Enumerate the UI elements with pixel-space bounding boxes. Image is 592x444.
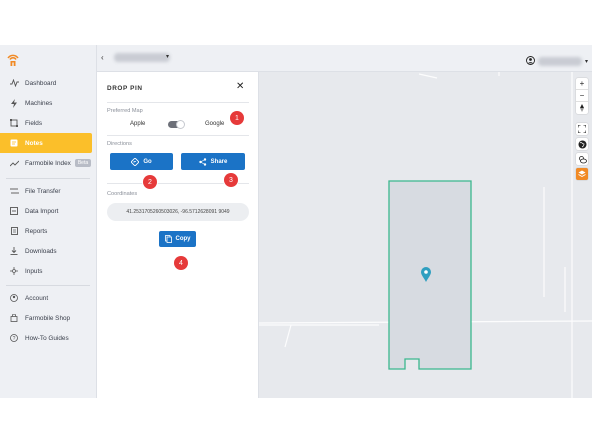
sidebar-item-how-to-guides[interactable]: ? How-To Guides: [0, 328, 92, 348]
sidebar-item-label: Inputs: [25, 267, 43, 275]
map-option-google[interactable]: Google: [205, 121, 224, 127]
sidebar-item-label: Dashboard: [25, 79, 57, 87]
note-icon: [9, 138, 19, 148]
close-icon[interactable]: ✕: [236, 81, 244, 92]
panel-title: DROP PIN: [107, 85, 143, 92]
sidebar-divider: [6, 178, 90, 179]
pulse-icon: [9, 78, 19, 88]
map-canvas: [259, 72, 592, 398]
sidebar-item-label: Notes: [25, 139, 43, 147]
share-button-label: Share: [210, 158, 228, 165]
sidebar-item-fields[interactable]: Fields: [0, 113, 92, 133]
sidebar-item-dashboard[interactable]: Dashboard: [0, 73, 92, 93]
sidebar: Dashboard Machines Fields Notes Farmobil…: [0, 45, 97, 398]
field-icon: [9, 118, 19, 128]
sidebar-item-label: Machines: [25, 99, 53, 107]
annotation-badge-1: 1: [230, 111, 244, 125]
user-menu[interactable]: ▾: [526, 52, 588, 70]
sidebar-item-label: How-To Guides: [25, 334, 69, 342]
coordinates-label: Coordinates: [107, 191, 138, 197]
copy-icon: [164, 235, 172, 243]
app-window: Dashboard Machines Fields Notes Farmobil…: [0, 45, 592, 398]
layers-icon[interactable]: [576, 168, 588, 180]
sidebar-item-label: Fields: [25, 119, 43, 127]
zoom-in-button[interactable]: +: [576, 78, 588, 90]
preferred-map-label: Preferred Map: [107, 108, 143, 114]
beta-badge: Beta: [74, 159, 92, 167]
sidebar-item-notes[interactable]: Notes: [0, 133, 92, 153]
sidebar-item-label: Farmobile Index: [25, 159, 71, 167]
sidebar-item-label: Downloads: [25, 247, 57, 255]
trend-icon: [9, 158, 19, 168]
sidebar-item-label: Account: [25, 294, 49, 302]
coordinates-field: 41.2531705260503026, -96.5712628091 9049: [107, 203, 249, 221]
sidebar-item-file-transfer[interactable]: File Transfer: [0, 181, 92, 201]
directions-label: Directions: [107, 141, 132, 147]
user-name: [537, 56, 582, 66]
annotation-badge-3: 3: [224, 173, 238, 187]
share-icon: [198, 157, 206, 166]
sidebar-item-downloads[interactable]: Downloads: [0, 241, 92, 261]
compass-icon[interactable]: [576, 102, 588, 114]
report-icon: [9, 226, 19, 236]
panel-divider: [107, 102, 249, 103]
sidebar-item-inputs[interactable]: Inputs: [0, 261, 92, 281]
back-arrow-icon[interactable]: ‹: [101, 53, 104, 62]
go-button[interactable]: Go: [110, 153, 173, 170]
chevron-down-icon[interactable]: ▾: [585, 58, 588, 65]
panel-divider: [107, 135, 249, 136]
share-button[interactable]: Share: [181, 153, 245, 170]
help-icon: ?: [9, 333, 19, 343]
annotation-badge-4: 4: [174, 256, 188, 270]
go-button-label: Go: [143, 158, 152, 165]
sidebar-item-farmobile-index[interactable]: Farmobile Index Beta: [0, 153, 92, 173]
globe-icon[interactable]: [576, 138, 588, 150]
lightning-icon: [9, 98, 19, 108]
account-icon: [9, 293, 19, 303]
map-option-apple[interactable]: Apple: [130, 121, 145, 127]
inputs-icon: [9, 266, 19, 276]
shop-icon: [9, 313, 19, 323]
weather-icon[interactable]: [576, 153, 588, 165]
sidebar-item-account[interactable]: Account: [0, 288, 92, 308]
sidebar-item-label: Farmobile Shop: [25, 314, 71, 322]
farm-selector[interactable]: [114, 53, 170, 62]
zoom-controls: + −: [576, 78, 588, 114]
sidebar-divider: [6, 285, 90, 286]
top-bar: ‹ ▾ ▾: [97, 45, 592, 72]
sidebar-item-label: File Transfer: [25, 187, 61, 195]
farmobile-logo-icon: [7, 53, 19, 67]
coordinates-value: 41.2531705260503026, -96.5712628091 9049: [126, 209, 230, 215]
sidebar-item-machines[interactable]: Machines: [0, 93, 92, 113]
copy-button-label: Copy: [175, 236, 191, 242]
svg-text:?: ?: [13, 336, 16, 342]
sidebar-item-label: Data Import: [25, 207, 59, 215]
annotation-badge-2: 2: [143, 175, 157, 189]
sidebar-item-farmobile-shop[interactable]: Farmobile Shop: [0, 308, 92, 328]
sidebar-item-reports[interactable]: Reports: [0, 221, 92, 241]
directions-icon: [131, 157, 140, 166]
sidebar-item-data-import[interactable]: Data Import: [0, 201, 92, 221]
fullscreen-icon[interactable]: [576, 123, 588, 135]
map-view[interactable]: + −: [259, 72, 592, 398]
user-avatar-icon: [526, 52, 535, 70]
sidebar-item-label: Reports: [25, 227, 48, 235]
transfer-icon: [9, 186, 19, 196]
copy-button[interactable]: Copy: [159, 231, 196, 247]
zoom-out-button[interactable]: −: [576, 90, 588, 102]
preferred-map-toggle[interactable]: [168, 120, 185, 129]
chevron-down-icon[interactable]: ▾: [166, 53, 169, 60]
import-icon: [9, 206, 19, 216]
download-icon: [9, 246, 19, 256]
toggle-knob: [176, 120, 185, 129]
